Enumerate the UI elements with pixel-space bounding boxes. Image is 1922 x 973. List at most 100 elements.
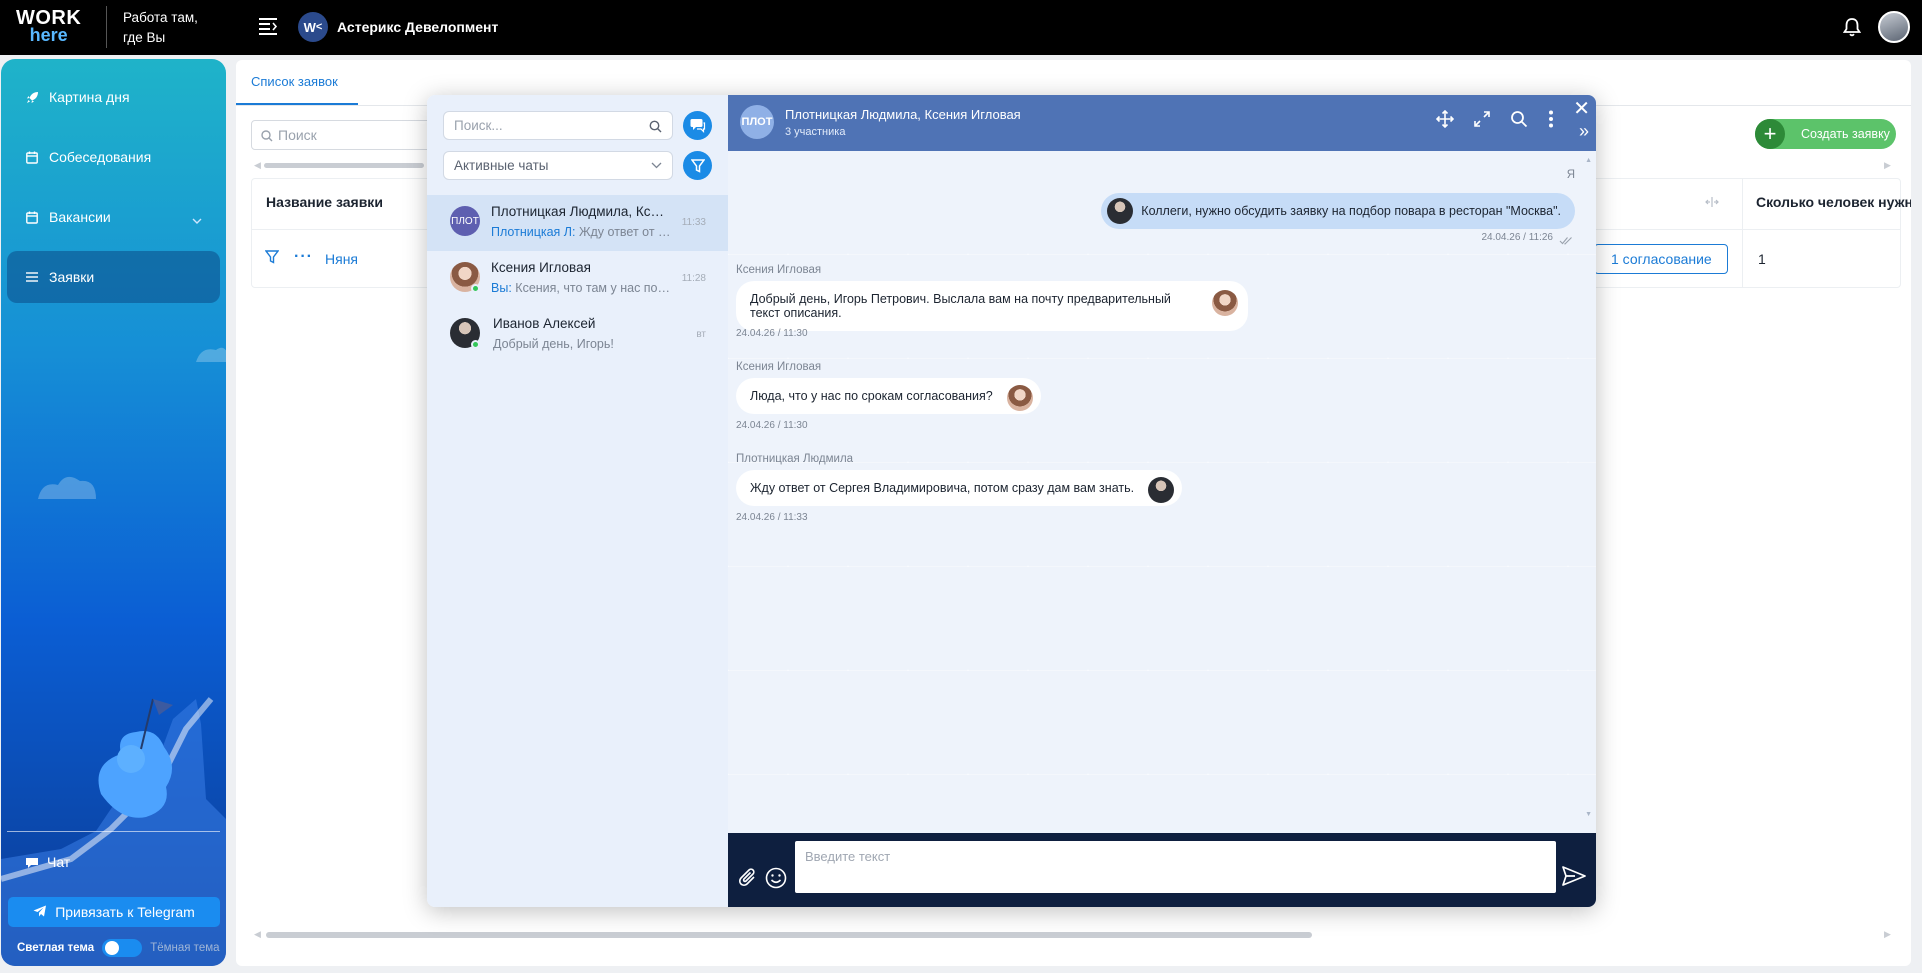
search-input[interactable]: Поиск [251,120,441,150]
search-icon[interactable] [1510,110,1528,128]
send-icon[interactable] [1562,866,1586,891]
theme-switch[interactable] [102,939,143,957]
move-icon[interactable] [1436,110,1454,128]
sidebar-item-chat[interactable]: Чат [25,854,70,870]
more-vertical-icon[interactable] [1548,110,1554,128]
approval-status-button[interactable]: 1 согласование [1594,244,1728,274]
message-bubble[interactable]: Люда, что у нас по срокам согласования? [736,378,1041,414]
chat-name: Плотницкая Людмила, Ксения Игловая [491,204,666,219]
conversation-avatar: ПЛОТ [740,105,774,139]
scroll-left-arrow[interactable]: ◀ [254,160,261,171]
create-button-label: Создать заявку [1801,127,1890,141]
scroll-right-arrow-bottom[interactable]: ▶ [1884,929,1891,940]
chat-time: 11:33 [681,217,706,228]
tagline-line-2: где Вы [123,30,166,45]
message-text: Добрый день, Игорь Петрович. Выслала вам… [750,292,1171,320]
theme-toggle: Светлая тема Тёмная тема [17,939,220,957]
chat-list-item[interactable]: Иванов Алексей Добрый день, Игорь! вт [427,307,728,363]
chat-filter-button[interactable] [683,151,712,180]
chat-preview: Вы: Ксения, что там у нас по срокам [491,281,673,295]
message-bubble[interactable]: Добрый день, Игорь Петрович. Выслала вам… [736,281,1248,331]
search-icon [261,130,273,142]
chat-list-item[interactable]: Ксения Игловая Вы: Ксения, что там у нас… [427,251,728,307]
filter-icon [690,158,705,173]
chat-name: Ксения Игловая [491,260,591,275]
chat-window: Поиск... Активные чаты ПЛОТ Плотницкая Л… [427,95,1596,907]
message-bubble[interactable]: Коллеги, нужно обсудить заявку на подбор… [1101,193,1575,229]
conversation-title: Плотницкая Людмила, Ксения Игловая [785,107,1021,122]
company-name[interactable]: Астерикс Девелопмент [337,19,498,35]
message-avatar [1006,385,1033,411]
scroll-up-arrow[interactable]: ▲ [1585,157,1592,164]
online-indicator [471,284,480,293]
scroll-left-arrow-bottom[interactable]: ◀ [254,929,261,940]
app-logo[interactable]: WORK here [16,8,81,44]
message-input[interactable]: Введите текст [795,841,1556,893]
user-avatar[interactable] [1878,11,1910,43]
people-count-value: 1 [1758,251,1766,267]
top-bar: WORK here Работа там, где Вы W < Астерикс… [0,0,1922,55]
column-header-count[interactable]: Сколько человек нужно [1756,194,1911,210]
chat-preview-text: Ксения, что там у нас по срокам [515,281,673,295]
column-header-name[interactable]: Название заявки [266,194,383,210]
paperclip-icon[interactable] [738,867,758,894]
telegram-icon [33,904,47,920]
sidebar-divider [7,831,220,832]
search-placeholder: Поиск [278,127,317,143]
message-timestamp: 24.04.26 / 11:33 [736,512,808,523]
conversation-participants: 3 участника [785,126,846,138]
close-icon[interactable]: ✕ [1573,99,1590,119]
message-avatar [1107,198,1134,224]
scroll-right-arrow[interactable]: ▶ [1884,160,1891,171]
message-input-placeholder: Введите текст [805,849,891,864]
chat-search-input[interactable]: Поиск... [443,111,673,140]
message-sender: Ксения Игловая [736,361,822,373]
chat-filter-select[interactable]: Активные чаты [443,151,673,180]
emoji-icon[interactable] [765,867,787,894]
message-timestamp: 24.04.26 / 11:30 [736,328,808,339]
request-name-link[interactable]: Няня [325,251,358,267]
collapse-icon[interactable]: » [1579,121,1589,142]
message-timestamp: 24.04.26 / 11:26 [1481,232,1553,243]
company-logo[interactable]: W < [298,12,328,42]
new-chat-button[interactable] [683,111,712,140]
chat-time: вт [696,329,706,340]
company-badge-text: W [303,19,316,35]
message-text: Люда, что у нас по срокам согласования? [750,389,993,403]
horizontal-scrollbar-bottom[interactable] [266,932,1312,938]
chat-preview-text: Жду ответ от Сергея Владимировича [578,225,673,239]
message-bubble[interactable]: Жду ответ от Сергея Владимировича, потом… [736,470,1183,506]
telegram-button-label: Привязать к Telegram [55,904,195,920]
telegram-link-button[interactable]: Привязать к Telegram [8,897,220,927]
bell-icon[interactable] [1842,17,1862,42]
scroll-down-arrow[interactable]: ▼ [1585,811,1592,818]
chat-search-placeholder: Поиск... [454,118,503,133]
chevron-down-icon [651,162,662,169]
create-request-button[interactable]: + Создать заявку [1755,119,1896,149]
expand-icon[interactable] [1473,110,1491,128]
tab-request-list[interactable]: Список заявок [251,74,338,89]
message-sender: Ксения Игловая [736,264,822,276]
chat-preview-sender: Плотницкая Л: [491,225,576,239]
column-resize-icon[interactable] [1705,194,1719,212]
tagline-line-1: Работа там, [123,10,198,25]
sun-icon [105,941,120,955]
more-actions-icon[interactable]: ··· [294,248,313,266]
chat-label: Чат [47,854,71,870]
chat-list-item[interactable]: ПЛОТ Плотницкая Людмила, Ксения Игловая … [427,195,728,251]
chat-preview: Добрый день, Игорь! [493,337,675,351]
message-sender: Плотницкая Людмила [736,453,854,465]
message-text: Коллеги, нужно обсудить заявку на подбор… [1141,204,1561,218]
filter-icon[interactable] [264,250,280,269]
plus-icon: + [1755,119,1785,149]
chat-preview-sender: Вы: [491,281,512,295]
horizontal-scrollbar-top[interactable] [264,163,424,168]
sidebar: Картина дня Собеседования Вакансии Заявк… [1,59,226,966]
message-timestamp: 24.04.26 / 11:30 [736,420,808,431]
menu-icon[interactable] [258,17,278,40]
chat-preview-text: Добрый день, Игорь! [493,337,614,351]
company-logo-mark: < [315,21,323,33]
header-divider [106,6,107,48]
message-composer: Введите текст [728,833,1596,907]
search-icon [649,120,662,133]
